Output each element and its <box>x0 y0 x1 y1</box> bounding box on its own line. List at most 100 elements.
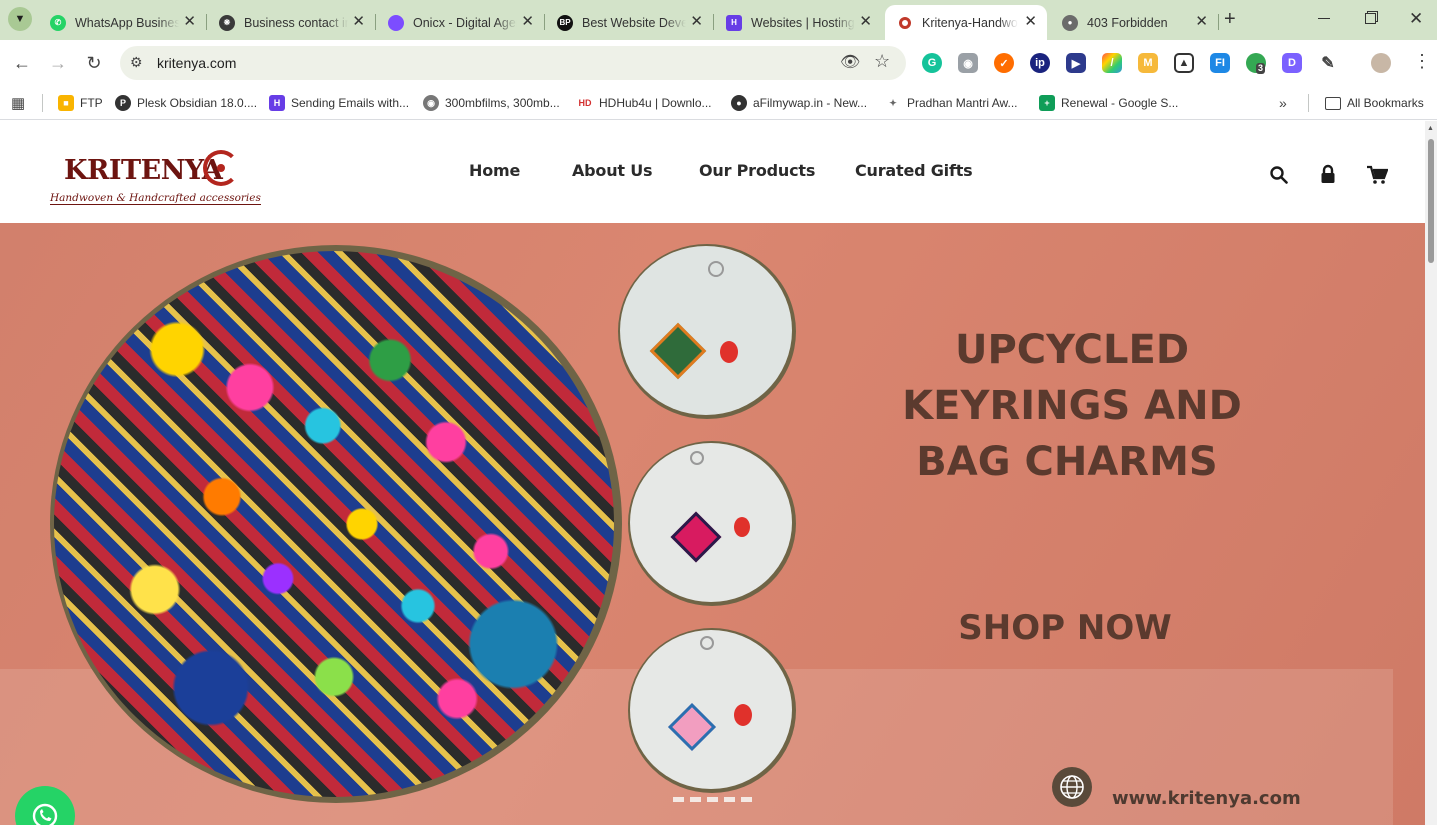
keyrings-collage-image <box>54 251 614 797</box>
close-tab-icon[interactable]: ✕ <box>1024 13 1037 31</box>
bookmark-renewal[interactable]: + Renewal - Google S... <box>1039 93 1178 113</box>
shop-now-button[interactable]: SHOP NOW <box>935 608 1195 648</box>
slider-dot[interactable] <box>707 797 718 802</box>
tab-business-contact[interactable]: ❋ Business contact information ✕ <box>207 5 376 40</box>
nav-about-us[interactable]: About Us <box>572 161 653 180</box>
nav-curated-gifts[interactable]: Curated Gifts <box>855 161 973 180</box>
divider <box>42 94 43 112</box>
browser-tab-strip: ▼ ✆ WhatsApp Business ✕ ❋ Business conta… <box>0 0 1437 40</box>
lock-icon[interactable] <box>1320 164 1336 184</box>
profile-avatar[interactable] <box>1371 53 1391 73</box>
bookmark-afilmywap[interactable]: ● aFilmywap.in - New... <box>731 93 867 113</box>
address-bar[interactable]: ⚙ kritenya.com 👁 ☆ <box>120 46 906 80</box>
arrow-left-icon: ← <box>13 52 31 73</box>
scroll-up-arrow-icon[interactable]: ▲ <box>1427 125 1434 132</box>
tab-search-button[interactable]: ▼ <box>8 7 32 31</box>
nav-home[interactable]: Home <box>469 161 520 180</box>
close-tab-icon[interactable]: ✕ <box>859 13 872 31</box>
tab-websites-hosting[interactable]: H Websites | Hosting ✕ <box>714 5 882 40</box>
scrollbar-thumb[interactable] <box>1428 139 1434 263</box>
hero-website-url: www.kritenya.com <box>1112 788 1301 809</box>
apps-grid-icon[interactable]: ▦ <box>11 93 25 113</box>
kritenya-icon <box>899 16 911 29</box>
tab-whatsapp[interactable]: ✆ WhatsApp Business ✕ <box>38 5 207 40</box>
reload-button[interactable]: ↻ <box>83 52 105 74</box>
bp-icon: BP <box>557 14 573 31</box>
onicx-icon <box>388 14 404 31</box>
bookmark-pradhan-mantri[interactable]: ✦ Pradhan Mantri Aw... <box>885 93 1018 113</box>
product-photo-1 <box>618 244 796 419</box>
browser-toolbar: ← → ↻ ⚙ kritenya.com 👁 ☆ G ◉ ✓ ip ▶ / M … <box>0 40 1437 86</box>
grammarly-icon[interactable]: G <box>922 53 942 73</box>
sheets-icon: + <box>1039 95 1055 111</box>
restore-button[interactable] <box>1365 13 1376 24</box>
keychain-charm-image <box>670 511 722 563</box>
tab-onicx[interactable]: Onicx - Digital Agency ✕ <box>376 5 545 40</box>
site-settings-icon[interactable]: ⚙ <box>130 54 143 71</box>
tab-kritenya[interactable]: Kritenya-Handwoven ✕ <box>885 5 1047 40</box>
menu-kebab-icon[interactable]: ⋮ <box>1413 52 1431 70</box>
whatsapp-icon <box>32 803 58 825</box>
video-icon[interactable]: ▶ <box>1066 53 1086 73</box>
m-extension-icon[interactable]: M <box>1138 53 1158 73</box>
image-icon[interactable]: ▲ <box>1174 53 1194 73</box>
minimize-button[interactable] <box>1318 18 1330 19</box>
colorpick-icon[interactable]: / <box>1102 53 1122 73</box>
site-logo[interactable]: KRITENYA Handwoven & Handcrafted accesso… <box>48 147 261 211</box>
extension-orange-icon[interactable]: ✓ <box>994 53 1014 73</box>
bookmark-sending-emails[interactable]: H Sending Emails with... <box>269 93 409 113</box>
divider <box>1308 94 1309 112</box>
slider-dot[interactable] <box>724 797 735 802</box>
arrow-right-icon: → <box>49 52 67 73</box>
fi-extension-icon[interactable]: FI <box>1210 53 1230 73</box>
forward-button[interactable]: → <box>47 52 69 74</box>
d-extension-icon[interactable]: D <box>1282 53 1302 73</box>
page-scrollbar[interactable]: ▲ <box>1425 121 1437 825</box>
close-tab-icon[interactable]: ✕ <box>1195 13 1208 31</box>
bookmark-star-icon[interactable]: ☆ <box>874 51 890 72</box>
close-tab-icon[interactable]: ✕ <box>352 13 365 31</box>
site-header: KRITENYA Handwoven & Handcrafted accesso… <box>0 121 1425 223</box>
bookmark-ftp[interactable]: ■ FTP <box>58 93 103 113</box>
all-bookmarks[interactable]: All Bookmarks <box>1325 93 1424 113</box>
slider-dot[interactable] <box>741 797 752 802</box>
cart-icon[interactable] <box>1366 165 1388 185</box>
ip-icon[interactable]: ip <box>1030 53 1050 73</box>
close-tab-icon[interactable]: ✕ <box>183 13 196 31</box>
slider-dot[interactable] <box>673 797 684 802</box>
bookmark-hdhub4u[interactable]: HD HDHub4u | Downlo... <box>577 93 712 113</box>
search-icon[interactable] <box>1270 166 1288 184</box>
openai-icon: ❋ <box>219 14 235 31</box>
puzzle-icon[interactable]: ✎ <box>1318 53 1338 73</box>
hero-headline-line-3: BAG CHARMS <box>916 439 1218 485</box>
extension-badge: 3 <box>1256 63 1266 74</box>
chat-extension-icon[interactable]: 3 <box>1246 53 1266 74</box>
more-bookmarks-icon[interactable]: » <box>1279 93 1287 113</box>
keychain-charm-image <box>667 702 717 752</box>
slider-dot[interactable] <box>690 797 701 802</box>
close-window-button[interactable]: ✕ <box>1409 9 1423 29</box>
hero-slider[interactable]: UPCYCLED KEYRINGS AND BAG CHARMS SHOP NO… <box>0 223 1425 825</box>
keychain-charm-image <box>649 322 707 380</box>
hd-icon: HD <box>577 95 593 111</box>
bookmark-300mbfilms[interactable]: ◉ 300mbfilms, 300mb... <box>423 93 560 113</box>
product-photo-3 <box>628 628 796 793</box>
reload-icon: ↻ <box>86 52 102 73</box>
product-photo-2 <box>628 441 796 606</box>
nav-our-products[interactable]: Our Products <box>699 161 815 180</box>
emblem-icon: ✦ <box>885 95 901 111</box>
tab-403[interactable]: ● 403 Forbidden ✕ <box>1050 5 1219 40</box>
plesk-icon: P <box>115 95 131 111</box>
back-button[interactable]: ← <box>11 52 33 74</box>
eye-slash-icon[interactable]: 👁 <box>840 52 860 72</box>
tab-best-website[interactable]: BP Best Website Development ✕ <box>545 5 714 40</box>
globe-icon: ● <box>731 95 747 111</box>
new-tab-button[interactable]: + <box>1224 9 1236 29</box>
globe-icon: ● <box>1062 14 1078 31</box>
hero-headline-line-2: KEYRINGS AND <box>902 383 1242 429</box>
url-text[interactable]: kritenya.com <box>157 55 236 71</box>
close-tab-icon[interactable]: ✕ <box>690 13 703 31</box>
close-tab-icon[interactable]: ✕ <box>521 13 534 31</box>
bookmark-plesk[interactable]: P Plesk Obsidian 18.0.... <box>115 93 257 113</box>
camera-icon[interactable]: ◉ <box>958 53 978 73</box>
